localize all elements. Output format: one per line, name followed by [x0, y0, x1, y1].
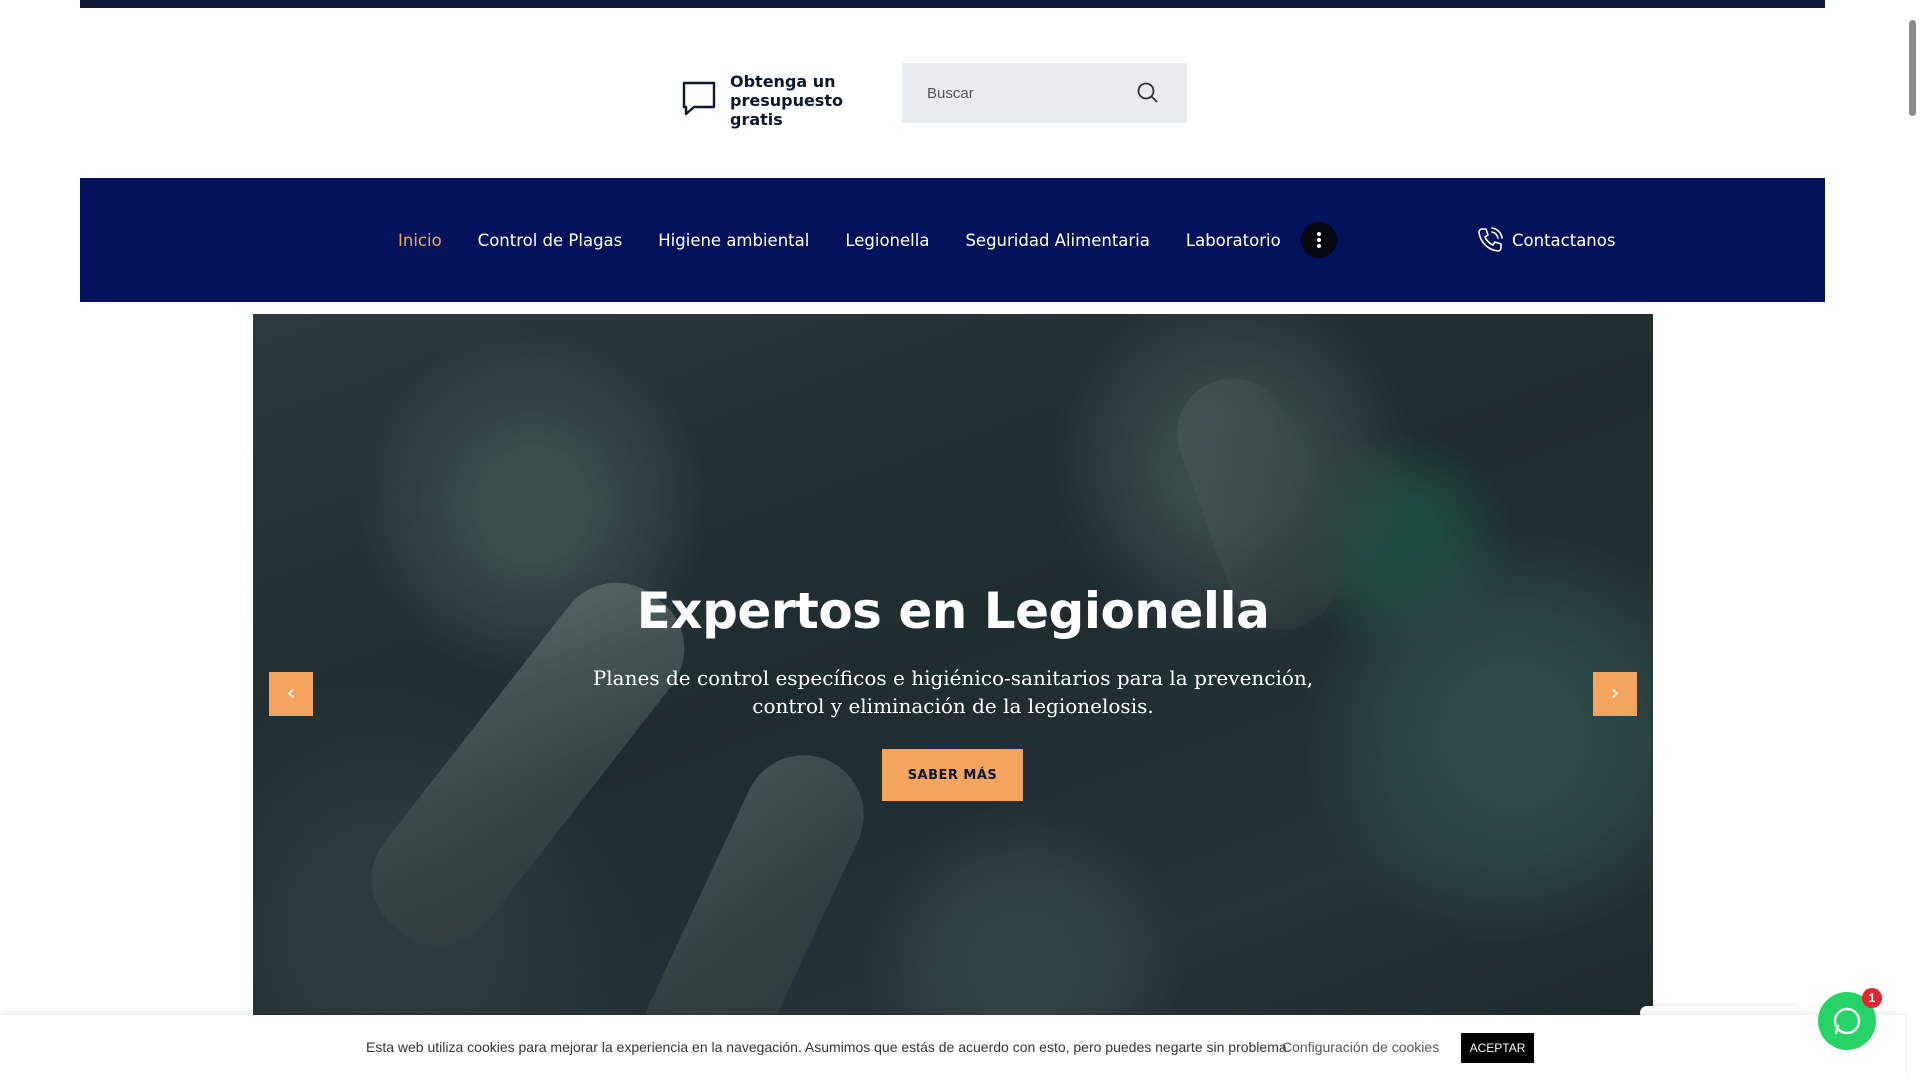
- vertical-dots-icon: [1316, 232, 1321, 248]
- free-quote-link[interactable]: Obtenga un presupuesto gratis: [682, 72, 880, 129]
- phone-icon: [1478, 227, 1503, 252]
- cookie-message: Esta web utiliza cookies para mejorar la…: [366, 1039, 1291, 1055]
- hero-subtitle: Planes de control específicos e higiénic…: [592, 666, 1314, 718]
- notification-badge: 1: [1862, 988, 1882, 1008]
- free-quote-line1: Obtenga un: [730, 72, 836, 91]
- learn-more-button[interactable]: SABER MÁS: [882, 749, 1023, 801]
- chat-bubble-icon: [682, 81, 716, 121]
- search-box: [902, 63, 1187, 123]
- contact-link[interactable]: Contactanos: [1476, 178, 1615, 302]
- hero-title: Expertos en Legionella: [636, 582, 1270, 640]
- nav-menu: Inicio Control de Plagas Higiene ambient…: [398, 178, 1337, 302]
- slider-next-button[interactable]: ›: [1593, 672, 1637, 716]
- free-quote-label: Obtenga un presupuesto gratis: [730, 72, 880, 129]
- nav-item-control-de-plagas[interactable]: Control de Plagas: [478, 231, 623, 250]
- search-button[interactable]: [1135, 80, 1161, 106]
- nav-item-inicio[interactable]: Inicio: [398, 231, 442, 250]
- page-scrollbar[interactable]: [1905, 0, 1920, 1080]
- nav-item-laboratorio[interactable]: Laboratorio: [1186, 231, 1281, 250]
- cookie-banner: Esta web utiliza cookies para mejorar la…: [0, 1015, 1905, 1080]
- cookie-settings-link[interactable]: Configuración de cookies: [1282, 1039, 1439, 1055]
- whatsapp-icon: [1833, 1007, 1861, 1035]
- top-bar: [80, 0, 1825, 8]
- nav-item-legionella[interactable]: Legionella: [845, 231, 929, 250]
- main-navigation: Inicio Control de Plagas Higiene ambient…: [80, 178, 1825, 302]
- slider-prev-button[interactable]: ‹: [269, 672, 313, 716]
- nav-item-seguridad-alimentaria[interactable]: Seguridad Alimentaria: [965, 231, 1149, 250]
- cookie-accept-button[interactable]: ACEPTAR: [1461, 1033, 1534, 1063]
- scrollbar-thumb[interactable]: [1909, 20, 1916, 116]
- search-input[interactable]: [902, 63, 1122, 123]
- free-quote-line2: presupuesto gratis: [730, 91, 843, 129]
- nav-item-higiene-ambiental[interactable]: Higiene ambiental: [658, 231, 809, 250]
- search-icon: [1137, 82, 1158, 103]
- hero-slider: Expertos en Legionella Planes de control…: [253, 314, 1653, 1080]
- more-menu-button[interactable]: [1300, 222, 1337, 258]
- contact-label: Contactanos: [1512, 230, 1616, 250]
